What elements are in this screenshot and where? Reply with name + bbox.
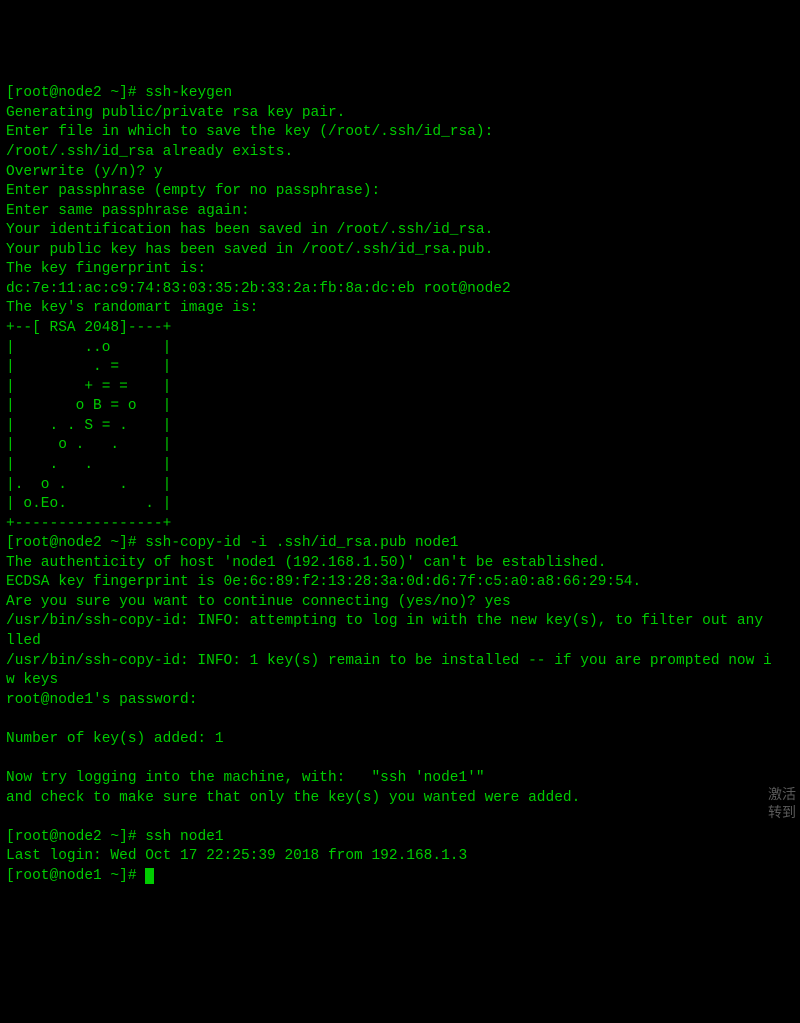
output-line: Enter file in which to save the key (/ro… bbox=[6, 124, 493, 140]
randomart-line: +-----------------+ bbox=[6, 516, 171, 532]
terminal-output[interactable]: [root@node2 ~]# ssh-keygen Generating pu… bbox=[6, 84, 794, 886]
randomart-line: | . = | bbox=[6, 359, 171, 375]
randomart-line: | o B = o | bbox=[6, 398, 171, 414]
output-line: Generating public/private rsa key pair. bbox=[6, 105, 345, 121]
fingerprint-line: dc:7e:11:ac:c9:74:83:03:35:2b:33:2a:fb:8… bbox=[6, 281, 511, 297]
cmd-ssh-node1: ssh node1 bbox=[145, 829, 223, 845]
windows-activation-watermark: 激活 转到 bbox=[768, 766, 796, 821]
prompt-node2-2: [root@node2 ~]# bbox=[6, 535, 145, 551]
cmd-ssh-keygen: ssh-keygen bbox=[145, 85, 232, 101]
cursor[interactable] bbox=[145, 868, 154, 884]
output-line: and check to make sure that only the key… bbox=[6, 790, 580, 806]
prompt-node1: [root@node1 ~]# bbox=[6, 868, 145, 884]
output-line: Your public key has been saved in /root/… bbox=[6, 242, 493, 258]
output-line: /root/.ssh/id_rsa already exists. bbox=[6, 144, 293, 160]
output-line: The key fingerprint is: bbox=[6, 261, 206, 277]
randomart-line: | . . S = . | bbox=[6, 418, 171, 434]
randomart-line: | + = = | bbox=[6, 379, 171, 395]
output-line: Your identification has been saved in /r… bbox=[6, 222, 493, 238]
cmd-ssh-copy-id: ssh-copy-id -i .ssh/id_rsa.pub node1 bbox=[145, 535, 458, 551]
watermark-line1: 激活 bbox=[768, 786, 796, 802]
randomart-line: | . . | bbox=[6, 457, 171, 473]
prompt-node2-1: [root@node2 ~]# bbox=[6, 85, 145, 101]
output-line: The key's randomart image is: bbox=[6, 300, 258, 316]
watermark-line2: 转到 bbox=[768, 804, 796, 820]
output-line: /usr/bin/ssh-copy-id: INFO: attempting t… bbox=[6, 613, 772, 629]
randomart-line: +--[ RSA 2048]----+ bbox=[6, 320, 171, 336]
output-line: lled bbox=[6, 633, 41, 649]
output-line: Now try logging into the machine, with: … bbox=[6, 770, 485, 786]
output-line: Number of key(s) added: 1 bbox=[6, 731, 224, 747]
output-line: Enter passphrase (empty for no passphras… bbox=[6, 183, 380, 199]
output-line: Are you sure you want to continue connec… bbox=[6, 594, 511, 610]
randomart-line: |. o . . | bbox=[6, 477, 171, 493]
randomart-line: | ..o | bbox=[6, 340, 171, 356]
output-line: The authenticity of host 'node1 (192.168… bbox=[6, 555, 606, 571]
output-line: root@node1's password: bbox=[6, 692, 197, 708]
output-line: Overwrite (y/n)? y bbox=[6, 164, 163, 180]
randomart-line: | o . . | bbox=[6, 437, 171, 453]
output-line: /usr/bin/ssh-copy-id: INFO: 1 key(s) rem… bbox=[6, 653, 772, 669]
prompt-node2-3: [root@node2 ~]# bbox=[6, 829, 145, 845]
output-line: Enter same passphrase again: bbox=[6, 203, 250, 219]
output-line: ECDSA key fingerprint is 0e:6c:89:f2:13:… bbox=[6, 574, 641, 590]
randomart-line: | o.Eo. . | bbox=[6, 496, 171, 512]
output-line: w keys bbox=[6, 672, 58, 688]
output-line: Last login: Wed Oct 17 22:25:39 2018 fro… bbox=[6, 848, 467, 864]
